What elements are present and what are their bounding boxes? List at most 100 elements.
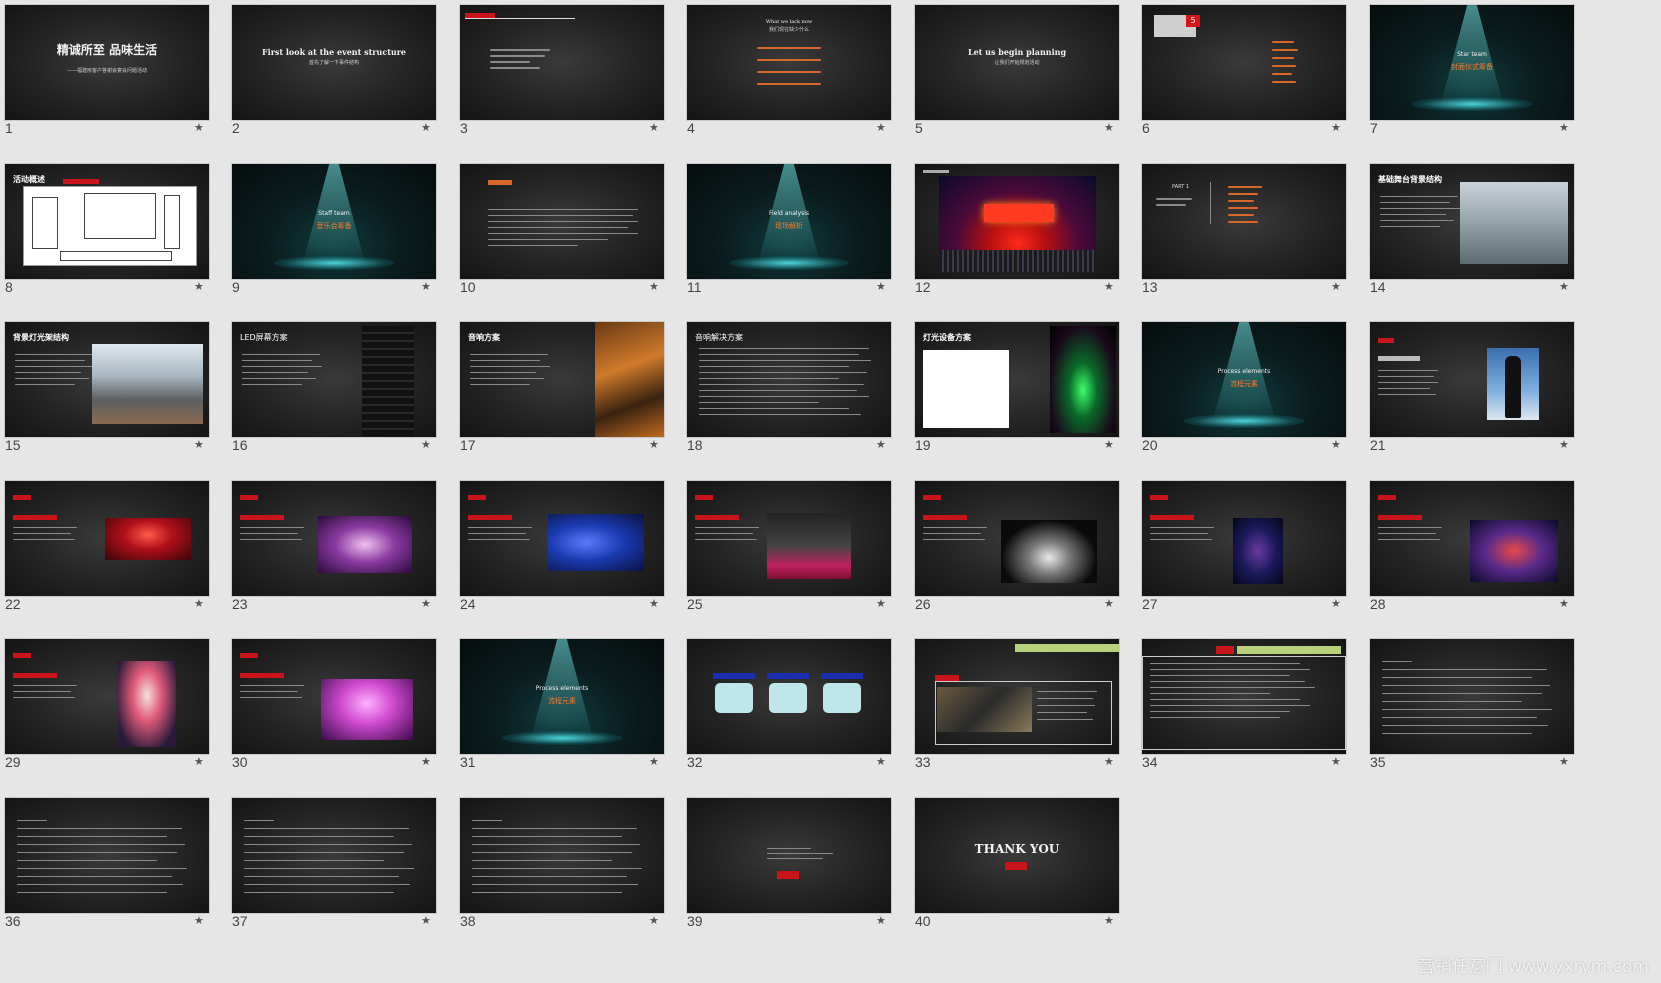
slide-thumbnail[interactable]: PART 1 — [1142, 164, 1346, 279]
slide-thumbnail[interactable]: First look at the event structure 首先了解一下事… — [232, 5, 436, 120]
slide-thumbnail[interactable]: What we lack now 我们现在缺少什么 — [687, 5, 891, 120]
animation-star-icon[interactable]: ★ — [649, 597, 659, 610]
animation-star-icon[interactable]: ★ — [1331, 280, 1341, 293]
animation-star-icon[interactable]: ★ — [194, 755, 204, 768]
header-tag — [1216, 646, 1234, 654]
info-card — [769, 683, 807, 713]
animation-star-icon[interactable]: ★ — [194, 438, 204, 451]
animation-star-icon[interactable]: ★ — [1559, 438, 1569, 451]
animation-star-icon[interactable]: ★ — [1104, 438, 1114, 451]
slide-thumbnail[interactable] — [460, 5, 664, 120]
text-line — [15, 366, 95, 367]
animation-star-icon[interactable]: ★ — [1331, 438, 1341, 451]
slide-thumbnail[interactable]: 5 — [1142, 5, 1346, 120]
animation-star-icon[interactable]: ★ — [876, 280, 886, 293]
slide-thumbnail[interactable]: 音响解决方案 — [687, 322, 891, 437]
animation-star-icon[interactable]: ★ — [421, 755, 431, 768]
slide-thumbnail[interactable] — [915, 639, 1119, 754]
slide-thumbnail[interactable]: Staff team 音乐会筹备 — [232, 164, 436, 279]
animation-star-icon[interactable]: ★ — [649, 280, 659, 293]
slide-thumbnail[interactable] — [1370, 322, 1574, 437]
slide-thumbnail[interactable] — [5, 481, 209, 596]
animation-star-icon[interactable]: ★ — [1559, 121, 1569, 134]
slide-thumbnail[interactable]: THANK YOU — [915, 798, 1119, 913]
slide-title: 精诚所至 品味生活 — [56, 43, 158, 57]
animation-star-icon[interactable]: ★ — [876, 121, 886, 134]
slide-thumbnail[interactable] — [5, 798, 209, 913]
slide-thumbnail[interactable] — [915, 164, 1119, 279]
text-line — [15, 354, 93, 355]
floor-plan-room — [164, 195, 180, 249]
animation-star-icon[interactable]: ★ — [876, 438, 886, 451]
slide-thumbnail[interactable]: LED屏幕方案 — [232, 322, 436, 437]
animation-star-icon[interactable]: ★ — [1559, 280, 1569, 293]
animation-star-icon[interactable]: ★ — [1104, 280, 1114, 293]
slide-thumbnail[interactable] — [232, 798, 436, 913]
slide-thumbnail[interactable]: Star team 封面仪式筹备 — [1370, 5, 1574, 120]
animation-star-icon[interactable]: ★ — [194, 597, 204, 610]
slide-thumbnail[interactable] — [460, 481, 664, 596]
slide-thumbnail[interactable]: 灯光设备方案 — [915, 322, 1119, 437]
animation-star-icon[interactable]: ★ — [194, 914, 204, 927]
animation-star-icon[interactable]: ★ — [1104, 914, 1114, 927]
animation-star-icon[interactable]: ★ — [1104, 121, 1114, 134]
slide-thumbnail[interactable] — [232, 639, 436, 754]
animation-star-icon[interactable]: ★ — [649, 914, 659, 927]
animation-star-icon[interactable]: ★ — [1559, 755, 1569, 768]
slide-thumbnail[interactable] — [687, 639, 891, 754]
animation-star-icon[interactable]: ★ — [421, 914, 431, 927]
slide-thumbnail[interactable]: 背景灯光架结构 — [5, 322, 209, 437]
text-lines — [15, 354, 95, 390]
animation-star-icon[interactable]: ★ — [649, 755, 659, 768]
slide-thumbnail[interactable] — [1370, 639, 1574, 754]
slide-thumbnail[interactable] — [687, 798, 891, 913]
text-line — [699, 402, 819, 403]
animation-star-icon[interactable]: ★ — [1331, 597, 1341, 610]
slide-thumbnail[interactable] — [1142, 481, 1346, 596]
text-line — [1150, 675, 1290, 676]
slide-number: 22 — [5, 596, 21, 612]
slide-thumbnail[interactable] — [460, 164, 664, 279]
animation-star-icon[interactable]: ★ — [1104, 597, 1114, 610]
slide-number: 17 — [460, 437, 476, 453]
slide-thumbnail[interactable]: 精诚所至 品味生活 ——福建房客户答谢会宴会问题活动 — [5, 5, 209, 120]
slide-thumbnail[interactable]: Process elements 流程元素 — [460, 639, 664, 754]
slide-title: First look at the event structure — [261, 47, 407, 57]
animation-star-icon[interactable]: ★ — [194, 280, 204, 293]
slide-thumbnail[interactable] — [5, 639, 209, 754]
animation-star-icon[interactable]: ★ — [1331, 755, 1341, 768]
animation-star-icon[interactable]: ★ — [649, 438, 659, 451]
slide-thumbnail[interactable] — [687, 481, 891, 596]
slide-thumbnail[interactable] — [1142, 639, 1346, 754]
slide-number: 18 — [687, 437, 703, 453]
animation-star-icon[interactable]: ★ — [421, 121, 431, 134]
slide-thumbnail[interactable]: Process elements 流程元素 — [1142, 322, 1346, 437]
animation-star-icon[interactable]: ★ — [1559, 597, 1569, 610]
slide-thumbnail[interactable] — [915, 481, 1119, 596]
animation-star-icon[interactable]: ★ — [876, 755, 886, 768]
animation-star-icon[interactable]: ★ — [421, 280, 431, 293]
slide-thumbnail[interactable]: Field analysis 现场解析 — [687, 164, 891, 279]
slide-thumbnail[interactable]: Let us begin planning 让我们开始规划活动 — [915, 5, 1119, 120]
slide-number: 13 — [1142, 279, 1158, 295]
slide-thumbnail[interactable] — [1370, 481, 1574, 596]
slide-thumbnail[interactable]: 音响方案 — [460, 322, 664, 437]
slide-thumbnail[interactable]: 活动概述 — [5, 164, 209, 279]
animation-star-icon[interactable]: ★ — [876, 597, 886, 610]
animation-star-icon[interactable]: ★ — [1104, 755, 1114, 768]
animation-star-icon[interactable]: ★ — [421, 597, 431, 610]
animation-star-icon[interactable]: ★ — [1331, 121, 1341, 134]
slide-thumbnail[interactable] — [232, 481, 436, 596]
slide-cell: 28 ★ — [1365, 476, 1574, 636]
animation-star-icon[interactable]: ★ — [421, 438, 431, 451]
slide-cell: Star team 封面仪式筹备 7 ★ — [1365, 0, 1574, 160]
animation-star-icon[interactable]: ★ — [194, 121, 204, 134]
slide-cell: 音响解决方案 18 ★ — [682, 317, 891, 477]
animation-star-icon[interactable]: ★ — [876, 914, 886, 927]
text-line — [15, 384, 75, 385]
slide-photo — [362, 326, 414, 436]
text-lines — [923, 527, 987, 545]
slide-thumbnail[interactable] — [460, 798, 664, 913]
slide-thumbnail[interactable]: 基础舞台背景结构 — [1370, 164, 1574, 279]
animation-star-icon[interactable]: ★ — [649, 121, 659, 134]
